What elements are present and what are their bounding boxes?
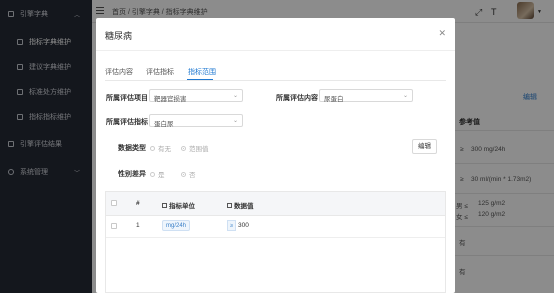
table-header: # 指标单位 数据值 bbox=[106, 192, 445, 216]
edit-button[interactable]: 编辑 bbox=[412, 139, 437, 154]
radio-dot bbox=[181, 171, 186, 177]
chevron-down-icon: ⌄ bbox=[232, 93, 238, 99]
dialog-title: 糖尿病 bbox=[105, 31, 133, 41]
radio-label: 否 bbox=[189, 172, 196, 179]
col-value: 数据值 bbox=[227, 200, 254, 210]
indicator-label: 所属评估指标 bbox=[106, 119, 148, 126]
gender-radio-no[interactable]: 否 bbox=[181, 169, 196, 179]
gender-radio-yes[interactable]: 是 bbox=[150, 169, 165, 179]
content-label: 所属评估内容 bbox=[276, 95, 318, 102]
row-checkbox[interactable] bbox=[111, 223, 117, 229]
edit-icon bbox=[227, 202, 232, 208]
operator-tag: ≥ bbox=[227, 220, 236, 231]
project-value: 靶器官损害 bbox=[154, 96, 187, 103]
radio-label: 是 bbox=[158, 172, 165, 179]
radio-dot bbox=[181, 145, 186, 151]
unit-tag[interactable]: mg/24h bbox=[162, 220, 191, 231]
indicator-dialog: 糖尿病 ✕ 评估内容 评估指标 指标范围 所属评估项目 靶器官损害 ⌄ 所属评估… bbox=[96, 18, 455, 293]
radio-dot bbox=[150, 145, 155, 151]
datatype-label: 数据类型 bbox=[118, 145, 146, 152]
content-select[interactable]: 尿蛋白 ⌄ bbox=[319, 89, 413, 103]
range-table: # 指标单位 数据值 1 mg/24h ≥ 300 bbox=[105, 191, 446, 293]
divider bbox=[96, 50, 455, 51]
project-select[interactable]: 靶器官损害 ⌄ bbox=[149, 89, 243, 103]
datatype-radio-yesno[interactable]: 有无 bbox=[150, 143, 171, 153]
tab-divider bbox=[105, 80, 446, 81]
select-all-checkbox[interactable] bbox=[111, 200, 117, 206]
radio-dot bbox=[150, 171, 155, 177]
col-value-label: 数据值 bbox=[234, 203, 254, 210]
tab-eval-indicator[interactable]: 评估指标 bbox=[146, 67, 174, 77]
edit-icon bbox=[162, 202, 167, 208]
radio-label: 范围值 bbox=[189, 146, 209, 153]
tab-active-indicator bbox=[187, 79, 213, 80]
chevron-down-icon: ⌄ bbox=[232, 118, 238, 124]
col-unit-label: 指标单位 bbox=[169, 203, 195, 210]
gender-label: 性别差异 bbox=[118, 171, 146, 178]
tab-indicator-range[interactable]: 指标范围 bbox=[188, 67, 216, 77]
indicator-value: 蛋白尿 bbox=[154, 121, 174, 128]
tab-eval-content[interactable]: 评估内容 bbox=[105, 67, 133, 77]
indicator-select[interactable]: 蛋白尿 ⌄ bbox=[149, 114, 243, 128]
col-index: # bbox=[136, 200, 140, 207]
value-cell[interactable]: ≥ 300 bbox=[227, 220, 249, 231]
content-value: 尿蛋白 bbox=[324, 96, 344, 103]
radio-label: 有无 bbox=[158, 146, 171, 153]
close-icon[interactable]: ✕ bbox=[438, 28, 446, 39]
table-row: 1 mg/24h ≥ 300 bbox=[106, 215, 445, 238]
value-text: 300 bbox=[238, 222, 249, 229]
project-label: 所属评估项目 bbox=[106, 95, 148, 102]
datatype-radio-range[interactable]: 范围值 bbox=[181, 143, 209, 153]
chevron-down-icon: ⌄ bbox=[402, 93, 408, 99]
row-index: 1 bbox=[136, 222, 140, 229]
col-unit: 指标单位 bbox=[162, 200, 195, 210]
